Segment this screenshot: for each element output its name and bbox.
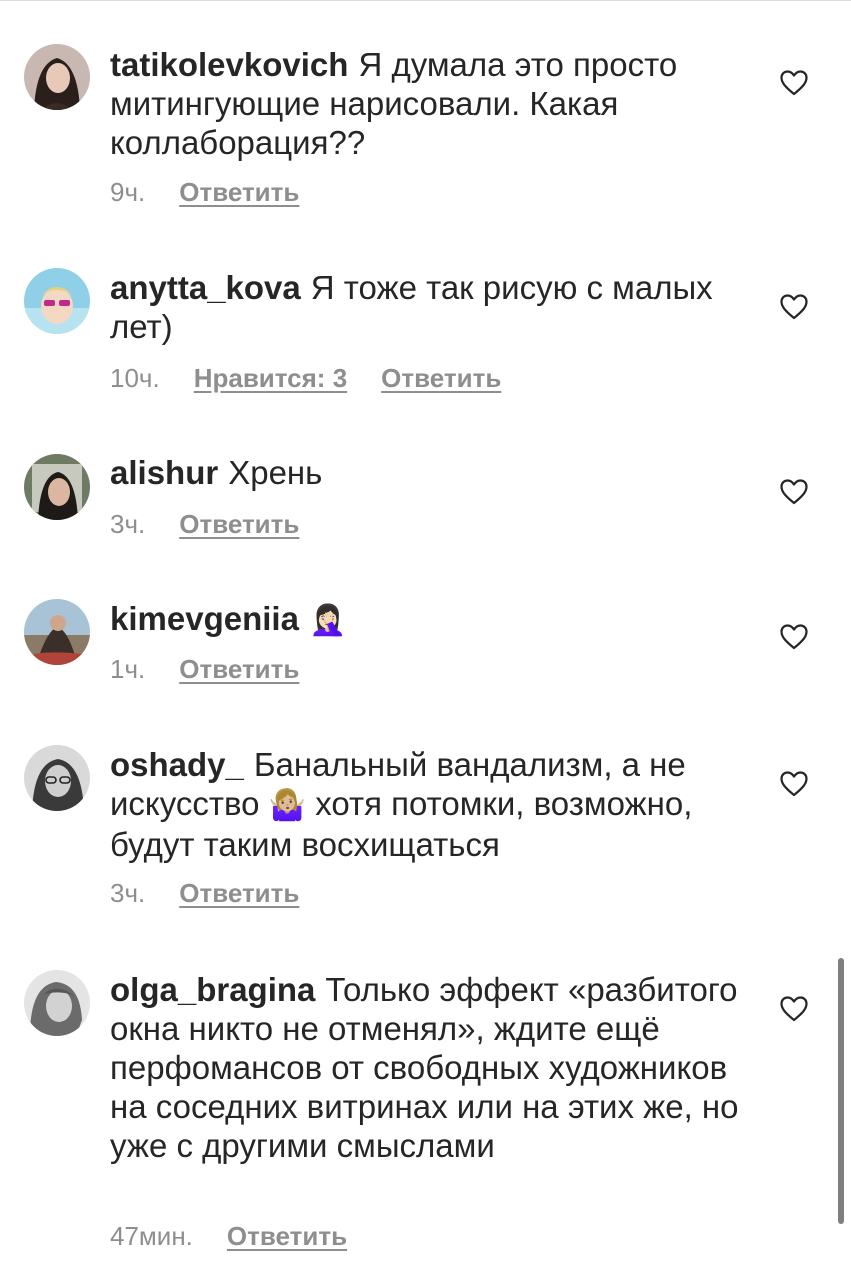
- comment-body: alishur Хрень: [110, 453, 740, 492]
- comment-text: Хрень: [228, 454, 323, 491]
- comment-username[interactable]: oshady_: [110, 746, 244, 783]
- comment-time: 3ч.: [110, 509, 146, 539]
- avatar[interactable]: [24, 970, 90, 1036]
- reply-button[interactable]: Ответить: [179, 509, 299, 539]
- comment-body: oshady_ Банальный вандализм, а не искусст…: [110, 745, 740, 864]
- shrug-emoji: 🤷🏼‍♀️: [268, 789, 307, 822]
- heart-outline-icon[interactable]: [780, 70, 808, 96]
- comment-meta: 47мин. Ответить: [110, 1221, 381, 1251]
- comment-meta: 3ч. Ответить: [110, 509, 333, 539]
- comment-meta: 1ч. Ответить: [110, 654, 333, 684]
- avatar[interactable]: [24, 454, 90, 520]
- avatar[interactable]: [24, 268, 90, 334]
- top-divider: [0, 0, 851, 1]
- facepalm-emoji: 🤦🏻‍♀️: [308, 604, 347, 637]
- comment-meta: 10ч. Нравится: 3 Ответить: [110, 363, 535, 393]
- scrollbar[interactable]: [838, 958, 844, 1224]
- likes-count-link[interactable]: Нравится: 3: [194, 363, 347, 393]
- comment-time: 1ч.: [110, 654, 146, 684]
- avatar[interactable]: [24, 599, 90, 665]
- heart-outline-icon[interactable]: [780, 479, 808, 505]
- comment-username[interactable]: anytta_kova: [110, 269, 301, 306]
- comment-body: anytta_kova Я тоже так рисую с малых лет): [110, 268, 740, 346]
- heart-outline-icon[interactable]: [780, 771, 808, 797]
- comment-body: olga_bragina Только эффект «разбитого окн…: [110, 970, 740, 1165]
- comment-username[interactable]: tatikolevkovich: [110, 46, 348, 83]
- avatar[interactable]: [24, 745, 90, 811]
- avatar[interactable]: [24, 44, 90, 110]
- reply-button[interactable]: Ответить: [179, 878, 299, 908]
- heart-outline-icon[interactable]: [780, 996, 808, 1022]
- reply-button[interactable]: Ответить: [179, 177, 299, 207]
- heart-outline-icon[interactable]: [780, 294, 808, 320]
- comment-body: tatikolevkovich Я думала это просто митин…: [110, 45, 740, 162]
- comment-username[interactable]: kimevgeniia: [110, 600, 299, 637]
- reply-button[interactable]: Ответить: [227, 1221, 347, 1251]
- comment-body: kimevgeniia 🤦🏻‍♀️: [110, 599, 740, 640]
- heart-outline-icon[interactable]: [780, 624, 808, 650]
- comment-meta: 3ч. Ответить: [110, 878, 333, 908]
- comment-username[interactable]: olga_bragina: [110, 971, 315, 1008]
- comment-time: 9ч.: [110, 177, 146, 207]
- comment-meta: 9ч. Ответить: [110, 177, 333, 207]
- comment-username[interactable]: alishur: [110, 454, 218, 491]
- reply-button[interactable]: Ответить: [179, 654, 299, 684]
- reply-button[interactable]: Ответить: [381, 363, 501, 393]
- comment-time: 3ч.: [110, 878, 146, 908]
- comment-time: 10ч.: [110, 363, 160, 393]
- comment-time: 47мин.: [110, 1221, 193, 1251]
